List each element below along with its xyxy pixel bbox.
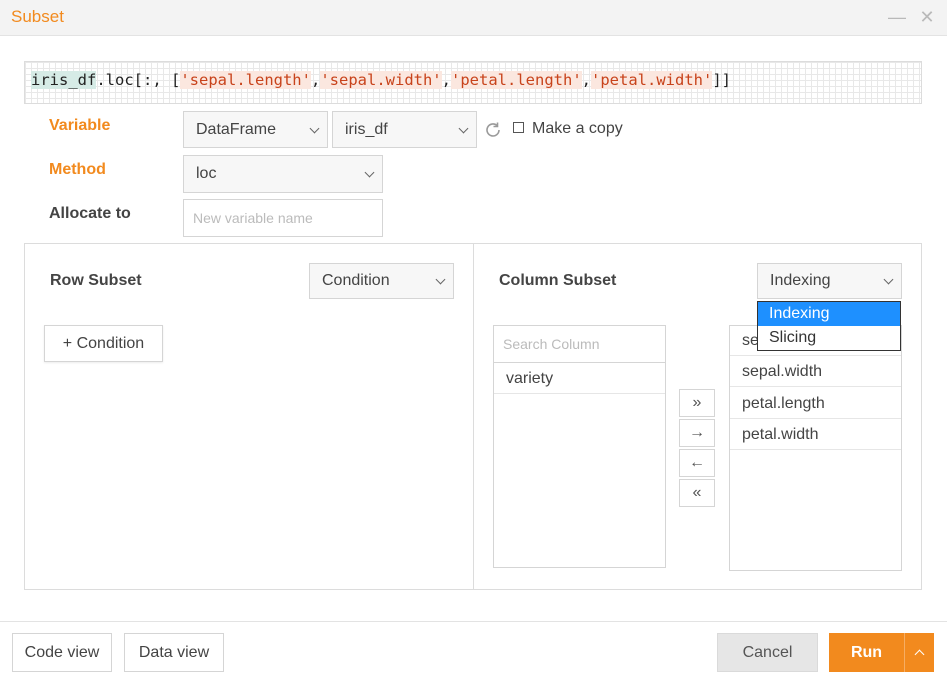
close-icon[interactable]: ✕: [916, 6, 938, 28]
column-subset-mode-select[interactable]: Indexing: [757, 263, 902, 299]
variable-type-value: DataFrame: [196, 120, 277, 138]
move-left-button[interactable]: ←: [679, 449, 715, 477]
method-select[interactable]: loc: [183, 155, 383, 193]
make-copy-label: Make a copy: [532, 120, 623, 137]
row-subset-title: Row Subset: [50, 272, 142, 289]
allocate-placeholder: New variable name: [193, 210, 313, 226]
list-item[interactable]: variety: [494, 363, 665, 394]
code-prefix: .loc[:, [: [96, 71, 181, 89]
code-string: 'sepal.length': [180, 71, 311, 89]
panel-divider: [473, 243, 474, 590]
title-bar: [0, 0, 947, 36]
code-view-button[interactable]: Code view: [12, 633, 112, 672]
double-chevron-left-icon: «: [692, 484, 702, 501]
method-value: loc: [196, 165, 217, 182]
chevron-down-icon: [364, 167, 375, 178]
add-condition-button[interactable]: + Condition: [44, 325, 163, 362]
run-button[interactable]: Run: [829, 633, 904, 672]
run-options-button[interactable]: [904, 633, 934, 672]
code-string: 'sepal.width': [320, 71, 442, 89]
column-subset-mode-value: Indexing: [770, 272, 831, 289]
column-subset-dropdown-menu: Indexing Slicing: [757, 301, 901, 351]
column-subset-title: Column Subset: [499, 272, 617, 289]
variable-name-value: iris_df: [345, 120, 388, 138]
code-suffix: ]]: [712, 71, 731, 89]
chevron-up-icon: [914, 649, 925, 660]
make-copy-checkbox[interactable]: [513, 122, 524, 133]
double-chevron-right-icon: »: [692, 394, 702, 411]
window-title: Subset: [11, 7, 64, 26]
cancel-button[interactable]: Cancel: [717, 633, 818, 672]
list-item[interactable]: sepal.width: [730, 356, 901, 387]
search-column-placeholder: Search Column: [503, 336, 600, 352]
list-item[interactable]: petal.length: [730, 388, 901, 419]
variable-name-select[interactable]: iris_df: [332, 111, 477, 148]
row-subset-mode-select[interactable]: Condition: [309, 263, 454, 299]
method-label: Method: [49, 161, 106, 178]
chevron-down-icon: [435, 274, 446, 285]
code-string: 'petal.length': [451, 71, 582, 89]
dropdown-option-indexing[interactable]: Indexing: [758, 302, 900, 326]
code-variable: iris_df: [31, 71, 97, 89]
footer-divider: [0, 621, 947, 622]
arrow-right-icon: →: [689, 424, 705, 441]
refresh-icon[interactable]: [483, 121, 503, 141]
move-all-left-button[interactable]: «: [679, 479, 715, 507]
chevron-down-icon: [883, 274, 894, 285]
code-string: 'petal.width': [591, 71, 713, 89]
allocate-label: Allocate to: [49, 205, 131, 222]
move-right-button[interactable]: →: [679, 419, 715, 447]
arrow-left-icon: ←: [689, 454, 705, 471]
search-column-input[interactable]: Search Column: [493, 325, 666, 363]
minimize-icon[interactable]: —: [886, 6, 908, 28]
row-subset-mode-value: Condition: [322, 272, 390, 289]
allocate-input[interactable]: New variable name: [183, 199, 383, 237]
code-line: iris_df.loc[:, ['sepal.length','sepal.wi…: [31, 70, 731, 90]
data-view-button[interactable]: Data view: [124, 633, 224, 672]
dropdown-option-slicing[interactable]: Slicing: [758, 326, 900, 350]
chevron-down-icon: [458, 123, 469, 133]
chevron-down-icon: [309, 123, 320, 133]
code-separator: ,: [441, 71, 451, 89]
list-item[interactable]: petal.width: [730, 419, 901, 450]
variable-label: Variable: [49, 117, 111, 134]
code-separator: ,: [581, 71, 591, 89]
variable-type-select[interactable]: DataFrame: [183, 111, 328, 148]
move-all-right-button[interactable]: »: [679, 389, 715, 417]
code-separator: ,: [310, 71, 321, 89]
